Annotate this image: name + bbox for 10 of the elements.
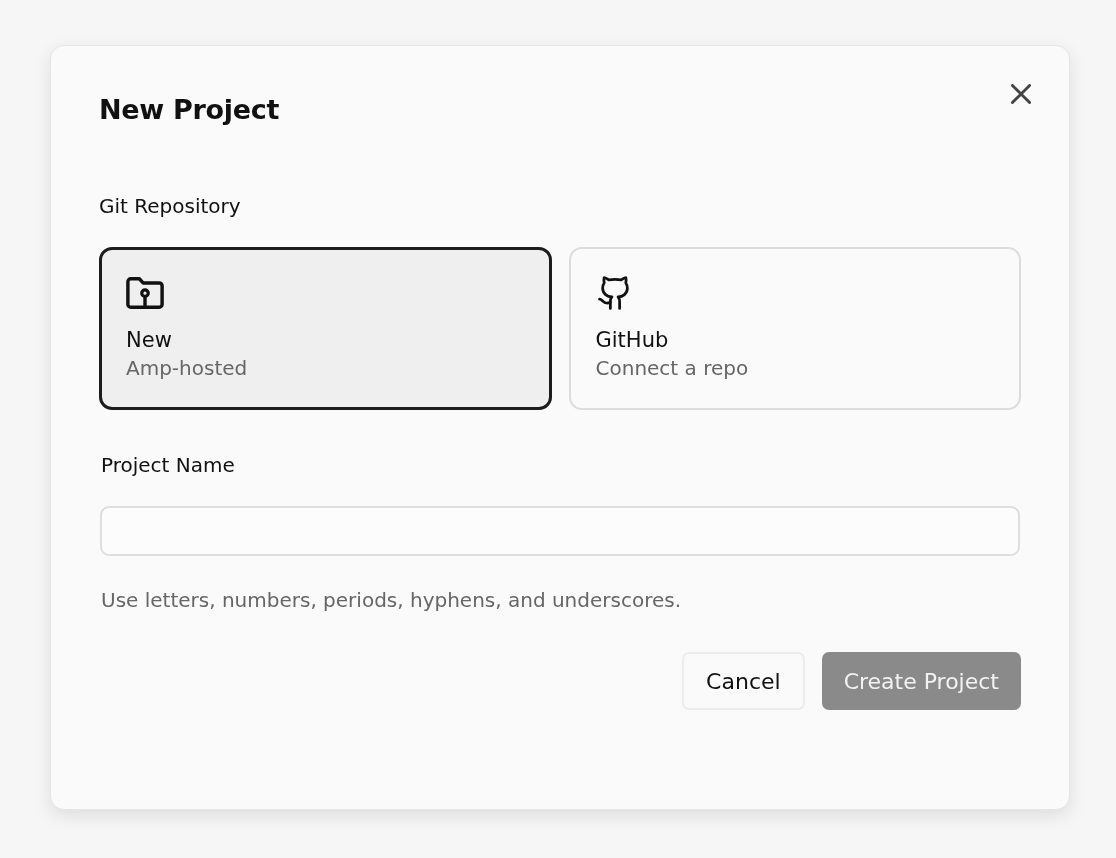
dialog-title: New Project [99,93,280,127]
close-icon [1011,84,1031,104]
section-label: Git Repository [99,193,242,219]
repository-option-card[interactable]: New Amp-hosted [99,247,552,410]
field-hint: Use letters, numbers, periods, hyphens, and underscores. [101,587,683,613]
project-name-field[interactable] [100,506,1020,556]
cancel-button[interactable]: Cancel [682,652,805,710]
field-label: Project Name [101,452,236,478]
repository-option-card[interactable]: GitHub Connect a repo [568,247,1021,410]
folder-icon [126,276,164,310]
